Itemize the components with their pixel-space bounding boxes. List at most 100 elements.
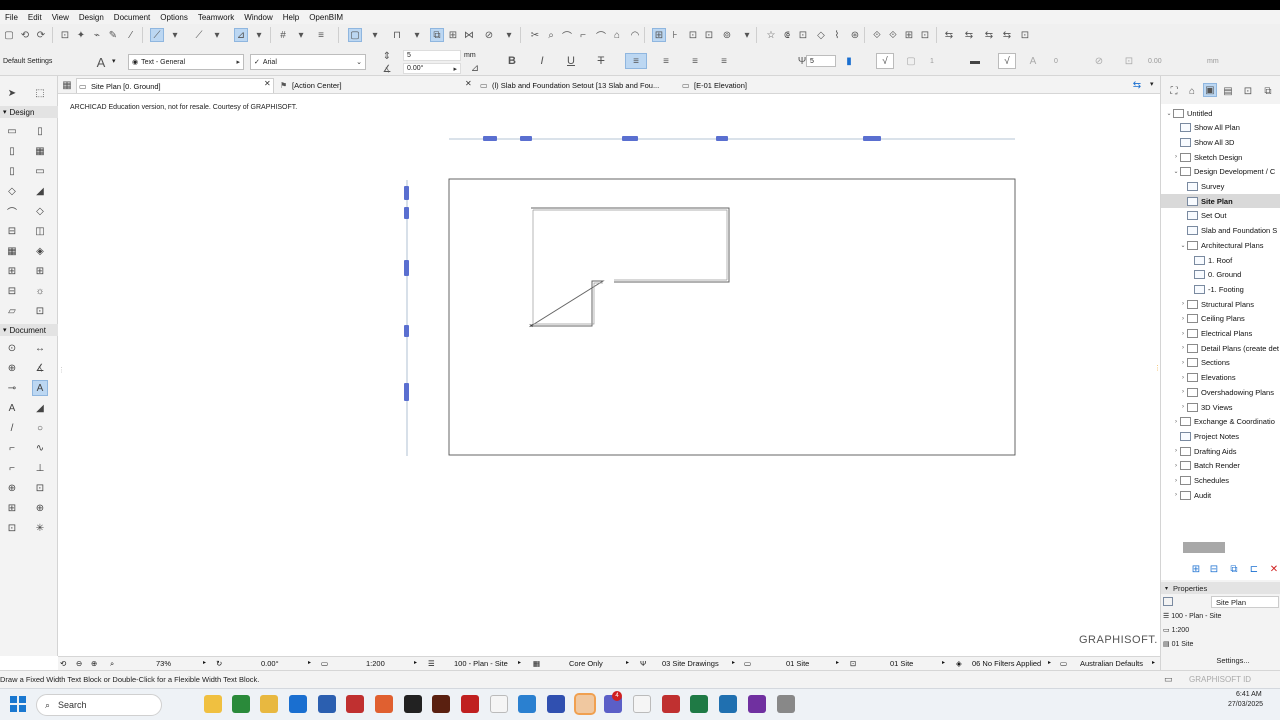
lock-icon[interactable]: ⊓ (390, 28, 404, 42)
file-icon[interactable] (633, 695, 651, 713)
chevron-right-icon[interactable]: ▸ (203, 659, 206, 666)
view-map-icon[interactable]: ▣ (1203, 83, 1217, 97)
layer-combo-value[interactable]: 100 - Plan - Site (454, 659, 508, 668)
taskbar-search[interactable]: ⌕ Search (36, 694, 162, 716)
expand-arrow-icon[interactable]: › (1172, 463, 1180, 469)
morph-tool-icon[interactable]: ◈ (32, 243, 48, 259)
expand-arrow-icon[interactable]: › (1179, 345, 1187, 351)
new-icon[interactable]: ▢ (2, 28, 16, 42)
slab-outer-outline[interactable] (529, 207, 730, 327)
chevron-right-icon[interactable]: ▸ (308, 659, 311, 666)
navigator-item[interactable]: › Drafting Aids (1161, 444, 1280, 458)
eyedropper-icon[interactable]: ⁄ (124, 28, 138, 42)
navigator-item[interactable]: › Electrical Plans (1161, 327, 1280, 341)
renovation-filter-value[interactable]: 06 No Filters Applied (972, 659, 1041, 668)
archicad-icon[interactable] (574, 693, 596, 715)
text-angle-field[interactable]: 0.00° ▸ (403, 63, 461, 74)
windows-start-icon[interactable] (10, 696, 26, 712)
menu-design[interactable]: Design (74, 13, 109, 22)
railing-tool-icon[interactable]: ◫ (32, 223, 48, 239)
clock-time[interactable]: 6:41 AM (1236, 691, 1262, 698)
chevron-down-icon[interactable]: ▾ (210, 28, 224, 42)
chevron-right-icon[interactable]: ▸ (836, 659, 839, 666)
underline-button[interactable]: U (564, 54, 578, 68)
rotation-value[interactable]: 0.00° (261, 659, 279, 668)
detail-marker-icon[interactable]: ⊕ (32, 500, 48, 516)
chevron-down-icon[interactable]: ▾ (502, 28, 516, 42)
line-tool-icon[interactable]: / (4, 420, 20, 436)
mep-tool-icon[interactable]: ⊡ (32, 303, 48, 319)
undo-icon[interactable]: ⟲ (18, 28, 32, 42)
zoom-out-icon[interactable]: ⊖ (76, 659, 82, 668)
file-explorer-icon[interactable] (204, 695, 222, 713)
expand-arrow-icon[interactable]: › (1179, 360, 1187, 366)
align-left-button[interactable]: ≡ (625, 53, 647, 69)
reservation-icon[interactable]: ⊞ (902, 28, 916, 42)
menu-document[interactable]: Document (109, 13, 155, 22)
stair-tool-icon[interactable]: ⊟ (4, 223, 20, 239)
navigator-item[interactable]: 0. Ground (1161, 268, 1280, 282)
grid-snap-icon[interactable]: # (276, 28, 290, 42)
properties-header[interactable]: ▾ Properties (1161, 582, 1280, 594)
model-view-value[interactable]: 01 Site (786, 659, 809, 668)
horizontal-scrollbar-thumb[interactable] (1183, 542, 1225, 553)
pen-set-value[interactable]: 03 Site Drawings (662, 659, 719, 668)
tab-slab-foundation-setout[interactable]: ▭ (l) Slab and Foundation Setout [13 Slab… (478, 78, 678, 93)
align-justify-button[interactable]: ≡ (713, 53, 735, 69)
favorites-icon[interactable]: ☆ (764, 28, 778, 42)
wall-tool-icon[interactable]: ▭ (4, 123, 20, 139)
grid-tab-menu-icon[interactable]: ▦ (60, 78, 74, 92)
expand-arrow-icon[interactable]: › (1179, 331, 1187, 337)
section-icon[interactable]: ⊞ (652, 28, 666, 42)
layer-icon[interactable]: ≡ (314, 28, 328, 42)
chevron-right-icon[interactable]: ▸ (1048, 659, 1051, 666)
ungroup-icon[interactable]: ⊞ (446, 28, 460, 42)
navigator-item[interactable]: › Audit (1161, 488, 1280, 502)
tag-icon[interactable]: ◇ (814, 28, 828, 42)
background-icon[interactable]: √ (998, 53, 1016, 69)
rotate-angle-icon[interactable]: ⊿ (468, 61, 482, 75)
curtain-wall-tool-icon[interactable]: ▦ (32, 143, 48, 159)
rotate-icon[interactable]: ⊘ (482, 28, 496, 42)
level-dimension-icon[interactable]: ⊕ (4, 360, 20, 376)
outlook-icon[interactable] (289, 695, 307, 713)
skylight-tool-icon[interactable]: ◇ (32, 203, 48, 219)
cad-icon[interactable] (662, 695, 680, 713)
navigator-item[interactable]: -1. Footing (1161, 282, 1280, 296)
notepad-icon[interactable] (518, 695, 536, 713)
align-right-button[interactable]: ≡ (684, 53, 706, 69)
clone-icon[interactable]: ⧉ (1227, 562, 1241, 576)
site-boundary[interactable] (448, 178, 1016, 456)
drawing-canvas[interactable]: ARCHICAD Education version, not for resa… (58, 94, 1161, 656)
elevation-marker-icon[interactable]: ⊥ (32, 460, 48, 476)
expand-arrow-icon[interactable]: ⌄ (1172, 168, 1180, 175)
expand-arrow-icon[interactable]: ⌄ (1165, 110, 1173, 117)
document-section-header[interactable]: ▾ Document (0, 324, 58, 336)
snap-guide-icon[interactable]: ⟋ (192, 28, 206, 42)
navigator-item[interactable]: Project Notes (1161, 429, 1280, 443)
vertical-dimension-markers[interactable] (404, 186, 409, 401)
navigator-item[interactable]: › Exchange & Coordinatio (1161, 415, 1280, 429)
navigator-item[interactable]: Show All Plan (1161, 121, 1280, 135)
selection-icon[interactable]: ▢ (348, 28, 362, 42)
pen-field[interactable]: 5 (806, 55, 836, 67)
structure-display-value[interactable]: Core Only (569, 659, 603, 668)
inject-icon[interactable]: ✎ (106, 28, 120, 42)
expand-arrow-icon[interactable]: › (1179, 316, 1187, 322)
workspace-icon[interactable]: ⟐ (886, 28, 900, 42)
navigator-item[interactable]: › Sketch Design (1161, 150, 1280, 164)
chevron-down-icon[interactable]: ▾ (112, 57, 116, 65)
onenote-icon[interactable] (748, 695, 766, 713)
folder-icon[interactable]: ⊏ (1247, 562, 1261, 576)
navigator-item[interactable]: › Schedules (1161, 474, 1280, 488)
spline-tool-icon[interactable]: ∿ (32, 440, 48, 456)
chevron-right-icon[interactable]: ▸ (732, 659, 735, 666)
annotation-icon[interactable]: ⌇ (830, 28, 844, 42)
close-icon[interactable]: ✕ (465, 79, 472, 88)
angle-dimension-icon[interactable]: ∡ (32, 360, 48, 376)
sync-icon[interactable]: ⇆ (962, 28, 976, 42)
radial-dimension-icon[interactable]: ⊸ (4, 380, 20, 396)
delete-icon[interactable]: ✕ (1267, 562, 1280, 576)
menu-file[interactable]: File (0, 13, 23, 22)
arrow-tool-icon[interactable]: ➤ (4, 85, 20, 101)
